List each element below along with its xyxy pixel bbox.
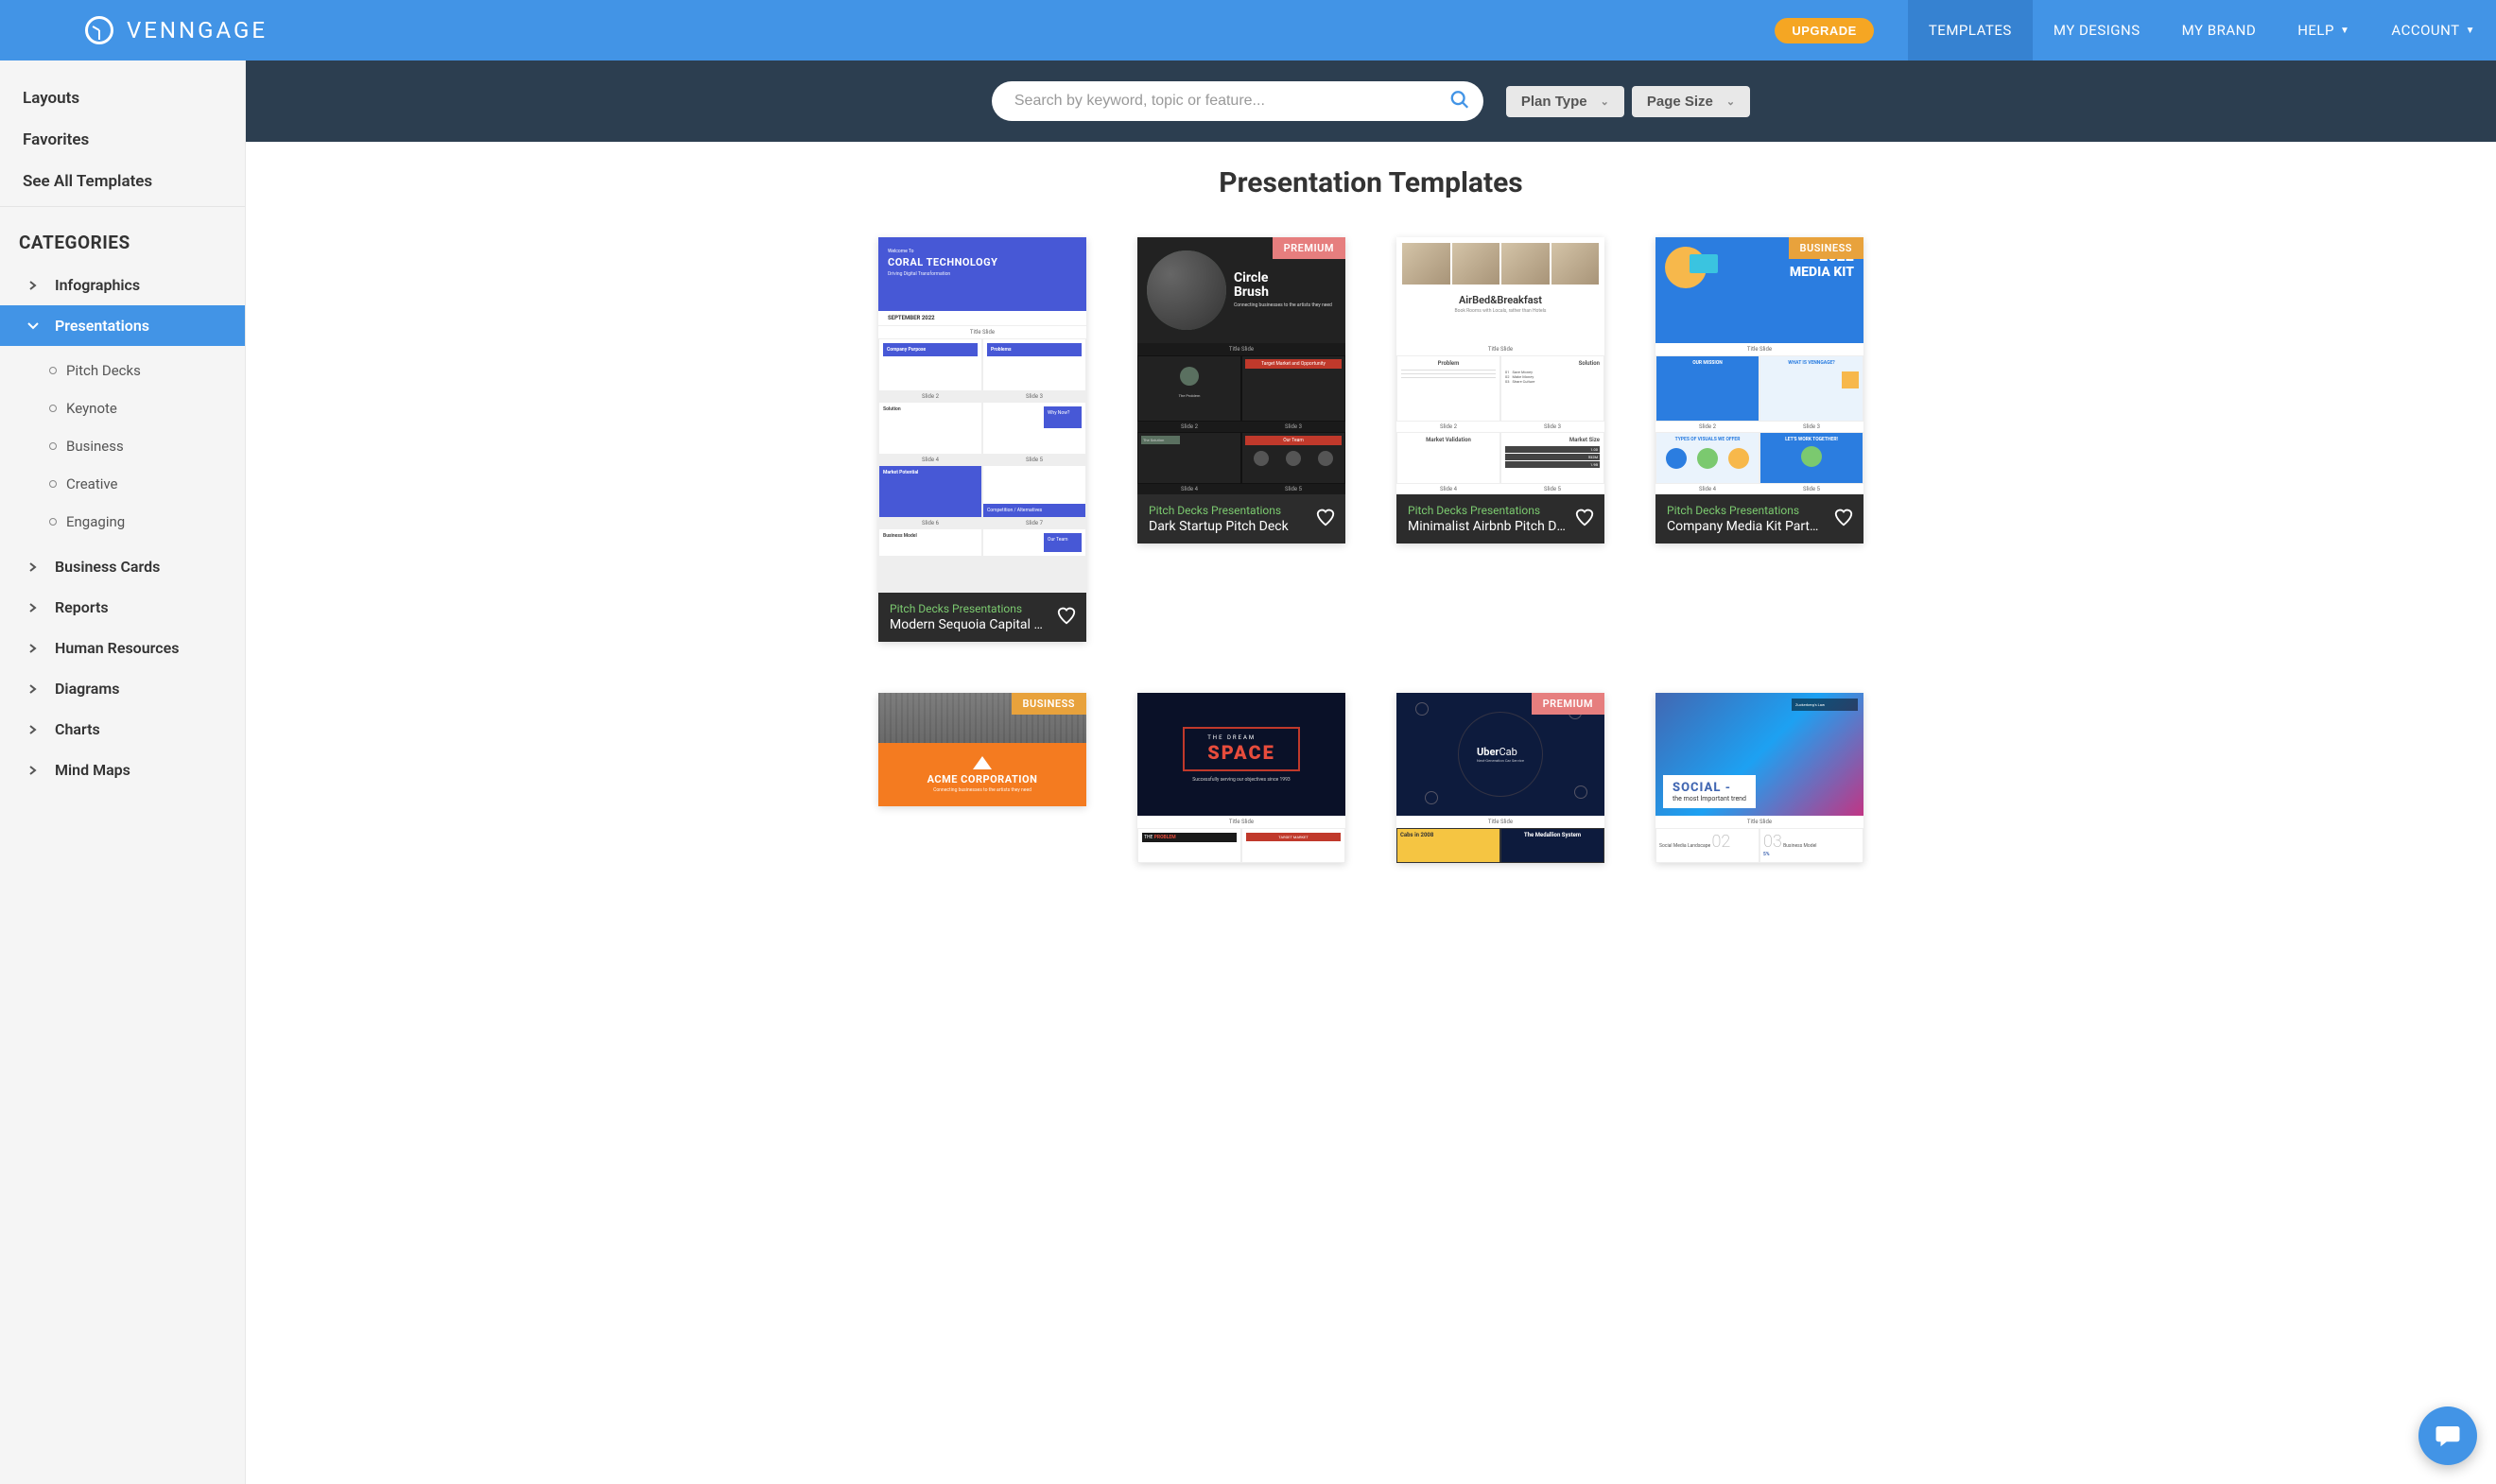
template-card[interactable]: PREMIUM UberCabNext-Generation Car Servi… xyxy=(1396,693,1604,863)
brand-name: VENNGAGE xyxy=(127,17,268,43)
bullet-icon xyxy=(49,518,57,526)
chevron-down-icon: ⌄ xyxy=(1601,95,1609,108)
card-meta: Pitch Decks Presentations Modern Sequoia… xyxy=(878,593,1086,642)
subcat-business[interactable]: Business xyxy=(0,427,245,465)
card-title: Company Media Kit Partner... xyxy=(1667,519,1852,534)
subcat-pitch-decks[interactable]: Pitch Decks xyxy=(0,352,245,389)
template-card[interactable]: BUSINESS ACME CORPORATIONConnecting busi… xyxy=(878,693,1086,806)
category-business-cards[interactable]: Business Cards xyxy=(0,546,245,587)
card-meta: Pitch Decks Presentations Dark Startup P… xyxy=(1137,494,1345,544)
card-title: Modern Sequoia Capital Pit... xyxy=(890,617,1075,632)
template-thumbnail: AirBed&BreakfastBook Rooms with Locals, … xyxy=(1396,237,1604,494)
caret-down-icon: ▼ xyxy=(2340,26,2349,36)
template-thumbnail: THE DREAMSPACESuccessfully serving our o… xyxy=(1137,693,1345,863)
bullet-icon xyxy=(49,480,57,488)
category-human-resources[interactable]: Human Resources xyxy=(0,628,245,668)
business-badge: BUSINESS xyxy=(1012,693,1087,715)
card-meta: Pitch Decks Presentations Minimalist Air… xyxy=(1396,494,1604,544)
favorite-button[interactable] xyxy=(1574,507,1595,531)
template-card[interactable]: PREMIUM CircleBrushConnecting businesses… xyxy=(1137,237,1345,544)
nav-my-designs[interactable]: MY DESIGNS xyxy=(2033,0,2161,60)
template-thumbnail: CircleBrushConnecting businesses to the … xyxy=(1137,237,1345,494)
card-title: Dark Startup Pitch Deck xyxy=(1149,519,1334,534)
filter-plan-type[interactable]: Plan Type⌄ xyxy=(1506,86,1624,117)
chevron-right-icon xyxy=(23,644,43,653)
heart-icon xyxy=(1833,507,1854,527)
template-grid: Welcome ToCORAL TECHNOLOGYDriving Digita… xyxy=(246,237,2496,901)
category-charts[interactable]: Charts xyxy=(0,709,245,750)
search-filter-bar: Plan Type⌄ Page Size⌄ xyxy=(246,60,2496,142)
clock-logo-icon xyxy=(85,16,113,44)
chevron-down-icon: ⌄ xyxy=(1726,95,1735,108)
card-category: Pitch Decks Presentations xyxy=(1149,504,1334,517)
chevron-right-icon xyxy=(23,766,43,775)
category-diagrams[interactable]: Diagrams xyxy=(0,668,245,709)
bullet-icon xyxy=(49,405,57,412)
chat-widget-button[interactable] xyxy=(2418,1406,2477,1465)
category-mind-maps[interactable]: Mind Maps xyxy=(0,750,245,790)
upgrade-button[interactable]: UPGRADE xyxy=(1775,18,1874,43)
chat-icon xyxy=(2434,1422,2462,1450)
nav-help[interactable]: HELP▼ xyxy=(2277,0,2370,60)
chevron-right-icon xyxy=(23,725,43,734)
template-card[interactable]: Zuckerberg's Law SOCIAL -the most Import… xyxy=(1655,693,1863,863)
brand-logo[interactable]: VENNGAGE xyxy=(85,16,268,44)
chevron-right-icon xyxy=(23,281,43,290)
search-icon xyxy=(1449,90,1470,111)
search-button[interactable] xyxy=(1449,90,1470,113)
heart-icon xyxy=(1056,605,1077,626)
category-presentations[interactable]: Presentations xyxy=(0,305,245,346)
chevron-right-icon xyxy=(23,562,43,572)
card-category: Pitch Decks Presentations xyxy=(890,602,1075,615)
subcat-keynote[interactable]: Keynote xyxy=(0,389,245,427)
sidebar-see-all[interactable]: See All Templates xyxy=(0,161,245,202)
search-input[interactable] xyxy=(992,81,1483,121)
app-header: VENNGAGE UPGRADE TEMPLATES MY DESIGNS MY… xyxy=(0,0,2496,60)
card-category: Pitch Decks Presentations xyxy=(1667,504,1852,517)
chevron-right-icon xyxy=(23,603,43,613)
categories-heading: CATEGORIES xyxy=(0,207,245,265)
premium-badge: PREMIUM xyxy=(1273,237,1345,259)
template-card[interactable]: AirBed&BreakfastBook Rooms with Locals, … xyxy=(1396,237,1604,544)
nav-my-brand[interactable]: MY BRAND xyxy=(2161,0,2278,60)
heart-icon xyxy=(1315,507,1336,527)
favorite-button[interactable] xyxy=(1056,605,1077,630)
filter-page-size[interactable]: Page Size⌄ xyxy=(1632,86,1750,117)
page-title: Presentation Templates xyxy=(246,142,2496,237)
card-title: Minimalist Airbnb Pitch Deck xyxy=(1408,519,1593,534)
bullet-icon xyxy=(49,367,57,374)
heart-icon xyxy=(1574,507,1595,527)
nav-templates[interactable]: TEMPLATES xyxy=(1908,0,2033,60)
main-nav: TEMPLATES MY DESIGNS MY BRAND HELP▼ ACCO… xyxy=(1908,0,2496,60)
category-reports[interactable]: Reports xyxy=(0,587,245,628)
chevron-right-icon xyxy=(23,684,43,694)
favorite-button[interactable] xyxy=(1315,507,1336,531)
category-infographics[interactable]: Infographics xyxy=(0,265,245,305)
business-badge: BUSINESS xyxy=(1789,237,1864,259)
template-thumbnail: VENNGAGE2022MEDIA KIT Title Slide OUR MI… xyxy=(1655,237,1863,494)
nav-account[interactable]: ACCOUNT▼ xyxy=(2370,0,2496,60)
premium-badge: PREMIUM xyxy=(1532,693,1604,715)
sidebar-layouts[interactable]: Layouts xyxy=(0,78,245,119)
content-area: Plan Type⌄ Page Size⌄ Presentation Templ… xyxy=(246,60,2496,1484)
subcat-engaging[interactable]: Engaging xyxy=(0,503,245,541)
subcat-creative[interactable]: Creative xyxy=(0,465,245,503)
template-thumbnail: Welcome ToCORAL TECHNOLOGYDriving Digita… xyxy=(878,237,1086,593)
bullet-icon xyxy=(49,442,57,450)
template-card[interactable]: THE DREAMSPACESuccessfully serving our o… xyxy=(1137,693,1345,863)
template-card[interactable]: BUSINESS VENNGAGE2022MEDIA KIT Title Sli… xyxy=(1655,237,1863,544)
template-card[interactable]: Welcome ToCORAL TECHNOLOGYDriving Digita… xyxy=(878,237,1086,642)
card-category: Pitch Decks Presentations xyxy=(1408,504,1593,517)
card-meta: Pitch Decks Presentations Company Media … xyxy=(1655,494,1863,544)
sidebar-favorites[interactable]: Favorites xyxy=(0,119,245,161)
caret-down-icon: ▼ xyxy=(2466,26,2475,36)
favorite-button[interactable] xyxy=(1833,507,1854,531)
sidebar: Layouts Favorites See All Templates CATE… xyxy=(0,60,246,1484)
chevron-down-icon xyxy=(23,321,43,331)
template-thumbnail: Zuckerberg's Law SOCIAL -the most Import… xyxy=(1655,693,1863,863)
template-thumbnail: UberCabNext-Generation Car Service Title… xyxy=(1396,693,1604,863)
